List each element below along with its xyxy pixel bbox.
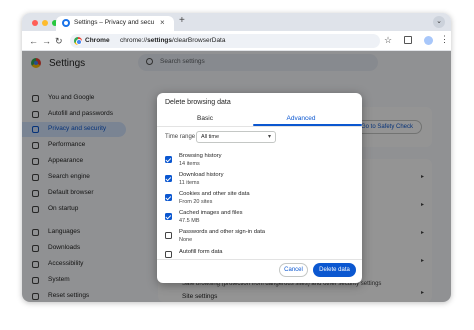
url-text: chrome://settings/clearBrowserData xyxy=(120,37,225,44)
item-subtitle: 47.5 MB xyxy=(179,218,200,224)
tab-basic[interactable]: Basic xyxy=(157,113,253,127)
address-bar[interactable]: Chrome chrome://settings/clearBrowserDat… xyxy=(70,34,380,48)
time-range-select[interactable]: All time ▾ xyxy=(196,131,276,143)
tab-settings[interactable]: Settings – Privacy and security × xyxy=(56,16,174,31)
browser-window: Settings – Privacy and security × + ⌄ ← … xyxy=(22,13,451,302)
item-title: Download history xyxy=(179,172,224,178)
url-prefix: chrome:// xyxy=(120,37,148,44)
item-subtitle: 14 items xyxy=(179,161,200,167)
browsing-history-checkbox[interactable] xyxy=(165,156,172,163)
chrome-logo-icon xyxy=(74,37,82,45)
autofill-form-data-checkbox[interactable] xyxy=(165,251,172,258)
bookmark-star-icon[interactable]: ☆ xyxy=(384,35,392,46)
tab-close-icon[interactable]: × xyxy=(160,18,165,27)
new-tab-button[interactable]: + xyxy=(179,15,185,26)
item-subtitle: From 20 sites xyxy=(179,199,213,205)
forward-button[interactable]: → xyxy=(42,35,51,47)
chrome-chip-label: Chrome xyxy=(85,37,110,44)
item-subtitle: None xyxy=(179,237,193,243)
dropdown-arrow-icon: ▾ xyxy=(267,134,271,140)
reload-button[interactable]: ↻ xyxy=(55,35,63,47)
item-title: Cookies and other site data xyxy=(179,191,250,197)
time-range-label: Time range xyxy=(165,134,196,140)
browser-toolbar: ← → ↻ Chrome chrome://settings/clearBrow… xyxy=(22,31,451,51)
cancel-button[interactable]: Cancel xyxy=(279,263,308,277)
minimize-window-button[interactable] xyxy=(42,20,48,26)
download-history-checkbox[interactable] xyxy=(165,175,172,182)
settings-gear-icon xyxy=(62,19,70,27)
chrome-chip[interactable]: Chrome xyxy=(74,36,110,46)
cached-images-checkbox[interactable] xyxy=(165,213,172,220)
back-button[interactable]: ← xyxy=(29,35,38,47)
url-path: /clearBrowserData xyxy=(172,37,226,44)
passwords-checkbox[interactable] xyxy=(165,232,172,239)
url-host: settings xyxy=(147,37,173,44)
item-title: Cached images and files xyxy=(179,210,243,216)
browser-menu-icon[interactable]: ⋮ xyxy=(440,34,449,45)
delete-data-button[interactable]: Delete data xyxy=(313,263,356,277)
item-title: Browsing history xyxy=(179,153,222,159)
time-range-value: All time xyxy=(201,134,220,140)
dialog-footer-divider xyxy=(157,259,362,260)
tab-title: Settings – Privacy and security xyxy=(74,19,154,26)
extensions-icon[interactable] xyxy=(404,36,412,44)
item-title: Autofill form data xyxy=(179,249,223,255)
close-window-button[interactable] xyxy=(32,20,38,26)
tab-strip: Settings – Privacy and security × + ⌄ xyxy=(22,13,451,31)
delete-browsing-data-dialog: Delete browsing data Basic Advanced Time… xyxy=(157,93,362,283)
dialog-title: Delete browsing data xyxy=(165,99,231,106)
item-subtitle: 11 items xyxy=(179,180,200,186)
tab-search-button[interactable]: ⌄ xyxy=(433,16,445,28)
profile-avatar[interactable] xyxy=(424,36,433,45)
item-title: Passwords and other sign-in data xyxy=(179,229,266,235)
tab-divider xyxy=(157,126,362,127)
cookies-checkbox[interactable] xyxy=(165,194,172,201)
